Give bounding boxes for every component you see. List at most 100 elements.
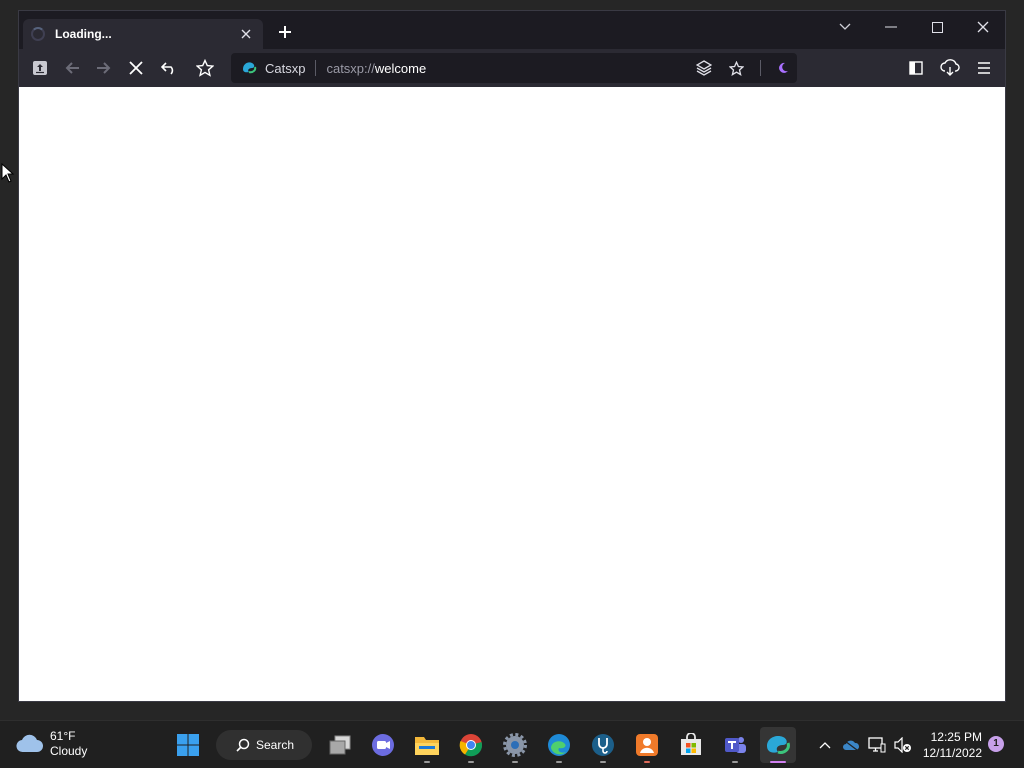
running-indicator	[424, 761, 430, 763]
cloud-icon	[16, 734, 43, 753]
layers-icon	[696, 60, 712, 76]
task-view-icon	[329, 735, 351, 755]
weather-widget[interactable]: 61°F Cloudy	[16, 729, 87, 759]
page-content[interactable]	[19, 87, 1005, 701]
layers-button[interactable]	[688, 60, 720, 76]
undo-button[interactable]	[156, 56, 182, 80]
running-indicator	[600, 761, 606, 763]
tab-close-button[interactable]	[237, 26, 255, 42]
url-actions	[688, 53, 797, 83]
close-window-button[interactable]	[963, 15, 1003, 39]
search-label: Search	[256, 738, 295, 752]
store-icon	[681, 733, 701, 755]
orange-app-icon	[636, 734, 658, 756]
task-view-button[interactable]	[322, 727, 358, 763]
teams-icon	[725, 737, 746, 753]
clock-time: 12:25 PM	[930, 730, 982, 744]
back-arrow-icon	[65, 62, 79, 74]
weather-temperature: 61°F	[50, 729, 76, 743]
start-button[interactable]	[170, 727, 206, 763]
windows-logo-icon	[177, 734, 199, 756]
forward-button[interactable]	[91, 56, 117, 80]
orange-app-button[interactable]	[629, 727, 665, 763]
search-icon	[236, 738, 250, 752]
download-cloud-icon	[940, 59, 960, 76]
browser-window: Loading... Catsxp catsxp:// welcome	[18, 10, 1006, 702]
gear-icon	[503, 733, 527, 757]
url-host: welcome	[374, 60, 427, 76]
browser-toolbar: Catsxp catsxp:// welcome	[19, 49, 1005, 87]
running-indicator	[556, 761, 562, 763]
catsxp-taskbar-button[interactable]	[760, 727, 796, 763]
running-indicator	[468, 761, 474, 763]
chrome-button[interactable]	[453, 727, 489, 763]
onedrive-icon	[843, 740, 860, 751]
taskbar: 61°F Cloudy Search 12:25 PM 12/11/2022	[0, 720, 1024, 768]
clock[interactable]: 12:25 PM 12/11/2022	[918, 729, 982, 761]
spinner-icon	[31, 27, 45, 41]
network-icon	[868, 737, 886, 753]
maximize-icon	[931, 21, 943, 33]
settings-button[interactable]	[497, 727, 533, 763]
close-icon	[977, 21, 989, 33]
star-button[interactable]	[720, 60, 752, 76]
sidebar-upload-button[interactable]	[27, 56, 53, 80]
menu-button[interactable]	[971, 56, 997, 80]
chrome-icon	[459, 734, 483, 757]
url-actions-separator	[760, 60, 761, 76]
sidebar-toggle-button[interactable]	[903, 56, 929, 80]
weather-condition: Cloudy	[50, 744, 88, 758]
stop-loading-icon	[129, 61, 143, 75]
catsxp-logo-icon	[243, 62, 257, 74]
bookmark-button[interactable]	[192, 56, 218, 80]
show-hidden-icons-button[interactable]	[812, 732, 838, 758]
url-separator	[315, 60, 317, 76]
chat-app-button[interactable]	[365, 727, 401, 763]
file-explorer-button[interactable]	[409, 727, 445, 763]
chat-camera-icon	[372, 734, 394, 756]
site-identity-label: Catsxp	[265, 60, 306, 76]
forward-arrow-icon	[97, 62, 111, 74]
chevron-down-icon	[839, 23, 851, 30]
network-button[interactable]	[864, 732, 890, 758]
volume-button[interactable]	[890, 732, 916, 758]
running-indicator	[512, 761, 518, 763]
plus-icon	[279, 26, 291, 38]
new-tab-button[interactable]	[275, 24, 295, 44]
stethoscope-app-button[interactable]	[585, 727, 621, 763]
night-mode-button[interactable]	[769, 62, 797, 74]
system-tray	[812, 721, 916, 768]
notification-badge[interactable]: 1	[988, 736, 1004, 752]
active-indicator	[770, 761, 786, 763]
store-button[interactable]	[673, 727, 709, 763]
downloads-button[interactable]	[937, 56, 963, 80]
catsxp-icon	[767, 736, 790, 754]
close-icon	[241, 29, 251, 39]
undo-icon	[161, 62, 174, 75]
tab-title: Loading...	[55, 27, 112, 41]
running-indicator	[644, 761, 650, 763]
onedrive-button[interactable]	[838, 732, 864, 758]
bookmark-star-icon	[196, 59, 214, 77]
tab-list-button[interactable]	[825, 15, 865, 39]
minimize-button[interactable]	[871, 15, 911, 39]
teams-button[interactable]	[717, 727, 753, 763]
back-button[interactable]	[59, 56, 85, 80]
stethoscope-icon	[592, 734, 614, 756]
night-mode-icon	[779, 62, 788, 73]
weather-text: 61°F Cloudy	[50, 729, 87, 759]
menu-icon	[978, 62, 990, 74]
address-bar[interactable]: Catsxp catsxp:// welcome	[231, 53, 797, 83]
volume-muted-icon	[894, 737, 911, 753]
title-bar[interactable]: Loading...	[19, 11, 1005, 49]
edge-button[interactable]	[541, 727, 577, 763]
chevron-up-icon	[819, 742, 831, 749]
maximize-button[interactable]	[917, 15, 957, 39]
browser-tab[interactable]: Loading...	[23, 19, 263, 49]
stop-loading-button[interactable]	[123, 56, 149, 80]
running-indicator	[732, 761, 738, 763]
taskbar-search-button[interactable]: Search	[216, 730, 312, 760]
clock-date: 12/11/2022	[922, 746, 982, 760]
folder-icon	[415, 737, 439, 755]
sidebar-toggle-icon	[909, 61, 923, 75]
